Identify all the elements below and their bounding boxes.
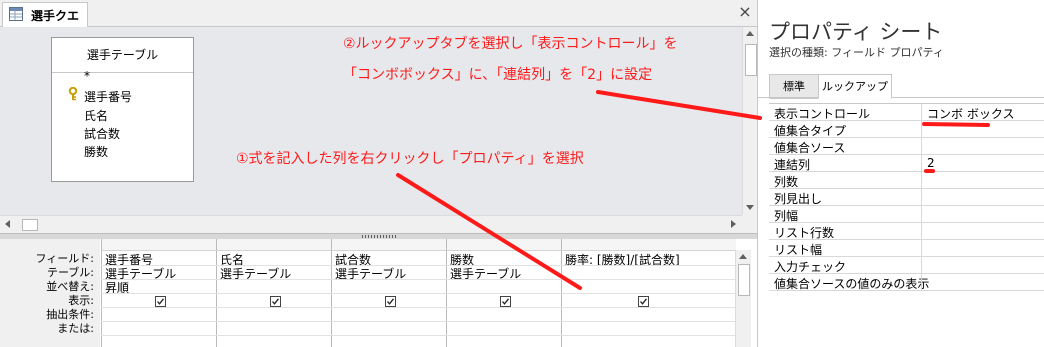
property-grid: 表示コントロール コンボ ボックス 値集合タイプ 値集合ソース 連結列 2 列数… — [769, 103, 1044, 292]
property-name: 表示コントロール — [774, 107, 871, 121]
document-tab-strip: 選手クエリ × — [0, 0, 757, 40]
row-label-field: フィールド: — [35, 252, 95, 265]
field-list-item[interactable]: 試合数 — [84, 125, 120, 142]
property-value[interactable]: コンボ ボックス — [927, 105, 1014, 122]
scroll-left-icon[interactable] — [5, 220, 10, 228]
table-title[interactable]: 選手テーブル — [52, 38, 193, 73]
property-row-list-rows[interactable]: リスト行数 — [769, 223, 1044, 240]
annotation-step1: ①式を記入した列を右クリックし「プロパティ」を選択 — [236, 151, 584, 167]
column-selector[interactable] — [561, 239, 736, 251]
row-label-or: または: — [57, 322, 94, 335]
grid-line — [101, 321, 735, 322]
table-field-list[interactable]: 選手テーブル * 選手番号 氏名 試合数 勝数 — [51, 37, 194, 182]
show-checkbox[interactable] — [500, 296, 511, 307]
property-name: 入力チェック — [774, 260, 847, 274]
column-divider — [921, 155, 922, 171]
grid-vertical-scrollbar[interactable] — [735, 250, 751, 347]
property-value[interactable]: 2 — [927, 156, 935, 170]
query-icon — [9, 7, 23, 21]
grid-row-labels: フィールド: テーブル: 並べ替え: 表示: 抽出条件: または: — [0, 239, 100, 347]
property-row-bound-column[interactable]: 連結列 2 — [769, 155, 1044, 172]
row-label-sort: 並べ替え: — [46, 280, 94, 293]
column-selector[interactable] — [101, 239, 217, 251]
scroll-down-icon[interactable] — [746, 205, 754, 210]
property-row-row-source[interactable]: 値集合ソース — [769, 138, 1044, 155]
scroll-thumb[interactable] — [738, 264, 750, 296]
scroll-up-icon[interactable] — [739, 254, 747, 259]
column-selector[interactable] — [216, 239, 332, 251]
property-row-show-only-row-source-values[interactable]: 値集合ソースの値のみの表示 — [769, 274, 1044, 291]
field-list-item[interactable]: 選手番号 — [84, 88, 132, 105]
splitter-grip[interactable] — [362, 235, 398, 238]
property-tabs: 標準 ルックアップ — [758, 74, 1044, 99]
tab-query[interactable]: 選手クエリ — [2, 2, 88, 40]
grid-line — [101, 335, 735, 336]
row-label-criteria: 抽出条件: — [46, 308, 94, 321]
column-selector[interactable] — [446, 239, 562, 251]
grid-line — [101, 307, 735, 308]
scroll-right-icon[interactable] — [731, 220, 736, 228]
property-name: 列数 — [774, 175, 799, 189]
property-row-column-widths[interactable]: 列幅 — [769, 206, 1044, 223]
tab-lookup[interactable]: ルックアップ — [818, 74, 892, 99]
show-checkbox[interactable] — [638, 296, 649, 307]
tab-format[interactable]: 標準 — [769, 74, 819, 99]
column-divider — [921, 274, 922, 290]
property-row-column-count[interactable]: 列数 — [769, 172, 1044, 189]
show-checkbox[interactable] — [155, 296, 166, 307]
property-name: 値集合タイプ — [774, 124, 847, 138]
property-sheet-title: プロパティ シート — [769, 20, 943, 44]
design-vertical-scrollbar[interactable] — [742, 27, 757, 215]
column-divider — [921, 240, 922, 256]
property-name: 列幅 — [774, 209, 799, 223]
column-divider — [921, 257, 922, 273]
column-divider — [921, 138, 922, 154]
field-list-item[interactable]: * — [84, 69, 90, 83]
property-name: 連結列 — [774, 158, 811, 172]
column-divider — [921, 121, 922, 137]
row-label-table: テーブル: — [46, 266, 94, 279]
primary-key-icon — [68, 86, 78, 101]
selection-type-label: 選択の種類: フィールド プロパティ — [769, 46, 944, 59]
property-row-limit-to-list[interactable]: 入力チェック — [769, 257, 1044, 274]
property-name: 列見出し — [774, 192, 823, 206]
grid-line — [101, 265, 735, 266]
scroll-thumb[interactable] — [745, 44, 757, 76]
scroll-up-icon[interactable] — [746, 31, 754, 36]
show-checkbox[interactable] — [270, 296, 281, 307]
show-checkbox[interactable] — [385, 296, 396, 307]
column-divider — [921, 206, 922, 222]
column-divider — [921, 189, 922, 205]
close-icon[interactable]: × — [736, 3, 754, 21]
property-name: リスト幅 — [774, 243, 823, 257]
scroll-thumb[interactable] — [22, 219, 38, 231]
property-row-display-control[interactable]: 表示コントロール コンボ ボックス — [769, 104, 1044, 121]
property-sheet: プロパティ シート 選択の種類: フィールド プロパティ 標準 ルックアップ 表… — [757, 0, 1044, 347]
annotation-step2-line1: ②ルックアップタブを選択し「表示コントロール」を — [343, 36, 678, 52]
property-row-row-source-type[interactable]: 値集合タイプ — [769, 121, 1044, 138]
property-name: 値集合ソースの値のみの表示 — [774, 277, 930, 291]
column-divider — [921, 172, 922, 188]
property-name: 値集合ソース — [774, 141, 846, 155]
property-row-column-heads[interactable]: 列見出し — [769, 189, 1044, 206]
column-selector[interactable] — [331, 239, 447, 251]
field-list-item[interactable]: 氏名 — [84, 107, 108, 124]
grid-line — [101, 293, 735, 294]
column-divider — [921, 104, 922, 120]
row-label-show: 表示: — [68, 294, 94, 307]
property-row-list-width[interactable]: リスト幅 — [769, 240, 1044, 257]
annotation-step2-line2: 「コンボボックス」に、「連結列」を「2」に設定 — [343, 67, 653, 83]
column-divider — [921, 223, 922, 239]
tab-divider — [758, 97, 1044, 98]
grid-line — [101, 279, 735, 280]
design-horizontal-scrollbar[interactable] — [0, 215, 742, 233]
field-list-item[interactable]: 勝数 — [84, 143, 108, 160]
property-name: リスト行数 — [774, 226, 835, 240]
